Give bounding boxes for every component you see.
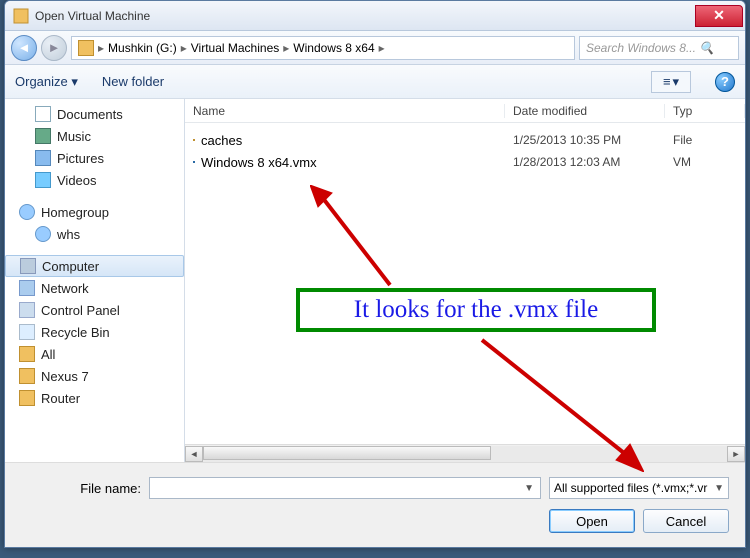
file-row[interactable]: Windows 8 x64.vmx 1/28/2013 12:03 AM VM [185, 151, 745, 173]
filename-row: File name: ▼ All supported files (*.vmx;… [21, 477, 729, 499]
tree-documents[interactable]: Documents [5, 103, 184, 125]
app-icon [13, 8, 29, 24]
homegroup-icon [19, 204, 35, 220]
tree-label: Pictures [57, 151, 104, 166]
tree-label: Network [41, 281, 89, 296]
tree-label: Router [41, 391, 80, 406]
folder-icon [19, 390, 35, 406]
tree-label: whs [57, 227, 80, 242]
file-list: Name Date modified Typ caches 1/25/2013 … [185, 99, 745, 462]
close-icon: ✕ [713, 7, 725, 24]
views-button[interactable]: ≡ ▾ [651, 71, 691, 93]
file-date: 1/25/2013 10:35 PM [505, 133, 665, 147]
window-title: Open Virtual Machine [35, 9, 695, 23]
documents-icon [35, 106, 51, 122]
file-type: VM [665, 155, 745, 169]
file-type: File [665, 133, 745, 147]
computer-icon [20, 258, 36, 274]
tree-label: Homegroup [41, 205, 109, 220]
h-scrollbar[interactable]: ◄ ► [185, 444, 745, 462]
file-name: Windows 8 x64.vmx [201, 155, 317, 170]
folder-icon [19, 368, 35, 384]
music-icon [35, 128, 51, 144]
breadcrumb-folder2[interactable]: Windows 8 x64 [289, 41, 378, 55]
column-headers[interactable]: Name Date modified Typ [185, 99, 745, 123]
arrow-icon [474, 332, 644, 472]
tree-homegroup[interactable]: Homegroup [5, 201, 184, 223]
list-icon: ≡ [663, 74, 671, 89]
tree-router[interactable]: Router [5, 387, 184, 409]
button-row: Open Cancel [21, 509, 729, 533]
chevron-right-icon: ▸ [379, 41, 385, 55]
scroll-track[interactable] [203, 446, 727, 462]
chevron-down-icon: ▼ [714, 483, 724, 494]
col-date[interactable]: Date modified [505, 104, 665, 118]
bottom-panel: File name: ▼ All supported files (*.vmx;… [5, 462, 745, 547]
folder-icon [193, 139, 195, 141]
file-rows: caches 1/25/2013 10:35 PM File Windows 8… [185, 123, 745, 444]
breadcrumb[interactable]: ▸ Mushkin (G:) ▸ Virtual Machines ▸ Wind… [71, 36, 575, 60]
videos-icon [35, 172, 51, 188]
scroll-left-icon[interactable]: ◄ [185, 446, 203, 462]
tree-network[interactable]: Network [5, 277, 184, 299]
nav-tree[interactable]: Documents Music Pictures Videos Homegrou… [5, 99, 185, 462]
filetype-select[interactable]: All supported files (*.vmx;*.vr ▼ [549, 477, 729, 499]
pictures-icon [35, 150, 51, 166]
help-button[interactable]: ? [715, 72, 735, 92]
vmx-icon [193, 161, 195, 163]
tree-controlpanel[interactable]: Control Panel [5, 299, 184, 321]
tree-label: Videos [57, 173, 97, 188]
close-button[interactable]: ✕ [695, 5, 743, 27]
controlpanel-icon [19, 302, 35, 318]
breadcrumb-drive[interactable]: Mushkin (G:) [104, 41, 181, 55]
newfolder-button[interactable]: New folder [102, 74, 164, 89]
cancel-button[interactable]: Cancel [643, 509, 729, 533]
search-icon: 🔍 [699, 41, 714, 55]
recyclebin-icon [19, 324, 35, 340]
tree-label: Nexus 7 [41, 369, 89, 384]
tree-recyclebin[interactable]: Recycle Bin [5, 321, 184, 343]
arrow-icon [310, 185, 400, 295]
file-row[interactable]: caches 1/25/2013 10:35 PM File [185, 129, 745, 151]
scroll-right-icon[interactable]: ► [727, 446, 745, 462]
titlebar: Open Virtual Machine ✕ [5, 1, 745, 31]
tree-pictures[interactable]: Pictures [5, 147, 184, 169]
chevron-down-icon: ▼ [524, 483, 534, 494]
forward-button[interactable]: ► [41, 35, 67, 61]
tree-computer[interactable]: Computer [5, 255, 184, 277]
tree-label: Computer [42, 259, 99, 274]
user-icon [35, 226, 51, 242]
file-name: caches [201, 133, 242, 148]
open-button[interactable]: Open [549, 509, 635, 533]
network-icon [19, 280, 35, 296]
tree-music[interactable]: Music [5, 125, 184, 147]
computer-icon [78, 40, 94, 56]
tree-label: Recycle Bin [41, 325, 110, 340]
tree-label: Music [57, 129, 91, 144]
organize-button[interactable]: Organize ▾ [15, 74, 78, 90]
search-placeholder: Search Windows 8... [586, 41, 696, 55]
filename-input[interactable]: ▼ [149, 477, 541, 499]
col-name[interactable]: Name [185, 104, 505, 118]
tree-label: Documents [57, 107, 123, 122]
filter-text: All supported files (*.vmx;*.vr [554, 481, 707, 495]
tree-all[interactable]: All [5, 343, 184, 365]
scroll-thumb[interactable] [203, 446, 491, 460]
file-date: 1/28/2013 12:03 AM [505, 155, 665, 169]
filename-label: File name: [21, 481, 141, 496]
tree-label: Control Panel [41, 303, 120, 318]
tree-whs[interactable]: whs [5, 223, 184, 245]
tree-nexus7[interactable]: Nexus 7 [5, 365, 184, 387]
col-type[interactable]: Typ [665, 104, 745, 118]
toolbar: Organize ▾ New folder ≡ ▾ ? [5, 65, 745, 99]
back-button[interactable]: ◄ [11, 35, 37, 61]
search-input[interactable]: Search Windows 8... 🔍 [579, 36, 739, 60]
breadcrumb-folder1[interactable]: Virtual Machines [187, 41, 284, 55]
folder-icon [19, 346, 35, 362]
tree-label: All [41, 347, 55, 362]
tree-videos[interactable]: Videos [5, 169, 184, 191]
address-bar: ◄ ► ▸ Mushkin (G:) ▸ Virtual Machines ▸ … [5, 31, 745, 65]
